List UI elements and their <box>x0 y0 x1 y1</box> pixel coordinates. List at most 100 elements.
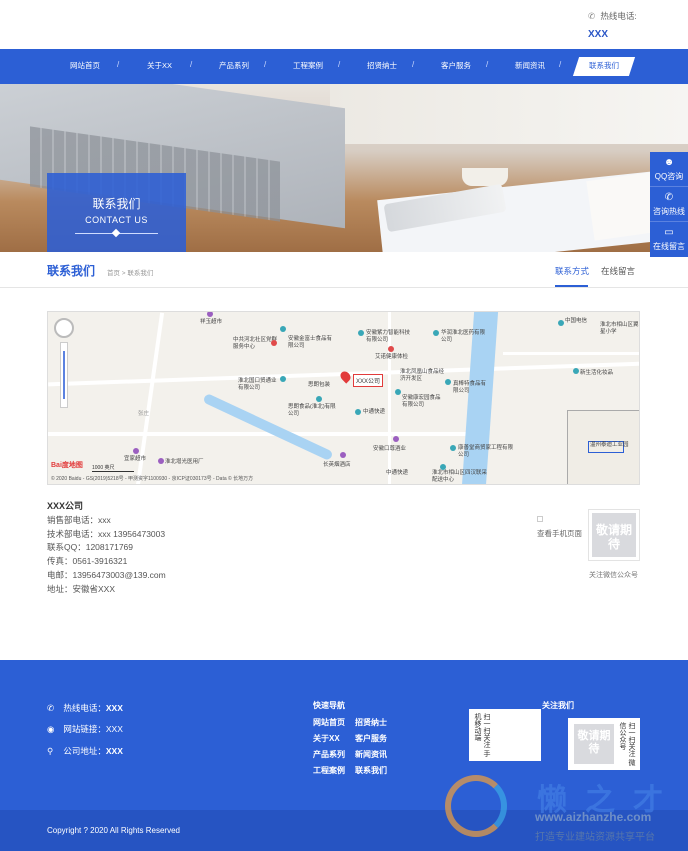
footer-hotline: ✆ 热线电话：XXX <box>47 702 123 714</box>
map-poi-icon <box>395 389 401 395</box>
map-pan-control[interactable] <box>54 318 74 338</box>
tab-message[interactable]: 在线留言 <box>601 265 635 277</box>
map-poi-icon <box>207 312 213 317</box>
banner-title: 联系我们 <box>92 197 141 211</box>
nav-item-jobs[interactable]: 招贤纳士 <box>367 60 397 71</box>
mobile-qr-card: 扫一扫关注 手机移动端 <box>469 709 541 761</box>
map-poi-icon <box>316 396 322 402</box>
nav-item-about[interactable]: 关于XX <box>147 60 172 71</box>
address: 地址：安徽省XXX <box>47 583 116 594</box>
nav-item-news[interactable]: 新闻资讯 <box>515 60 545 71</box>
banner-diamond <box>111 228 121 238</box>
footer-address: ⚲ 公司地址：XXX <box>47 745 123 757</box>
side-hotline-button[interactable]: ✆ 咨询热线 <box>650 187 688 222</box>
nav-item-service[interactable]: 客户服务 <box>441 60 471 71</box>
marker-label[interactable]: XXX公司 <box>353 374 384 387</box>
footer-link-about[interactable]: 关于XX <box>313 733 340 744</box>
wechat-qr-card: 敬请期待 扫一扫关注 微信公众号 <box>568 718 640 770</box>
breadcrumb[interactable]: 首页 > 联系我们 <box>107 267 153 277</box>
contact-qq: 联系QQ：1208171769 <box>47 542 133 553</box>
hotline-icon: ✆ <box>664 192 674 203</box>
footer-link-cases[interactable]: 工程案例 <box>313 765 345 776</box>
map-poi: 淮北增光医用厂 <box>165 459 204 465</box>
baidu-map[interactable]: 中国电信 淮北市相山区翼星小学 祥玉超市 中共河北社区党群服务中心 安徽金富士食… <box>47 311 640 485</box>
map-poi-icon <box>280 326 286 332</box>
message-icon: ▭ <box>664 227 674 238</box>
map-poi: 安徽康宏园食品有限公司 <box>402 395 441 408</box>
map-poi: 华润淮北医药有限公司 <box>441 330 486 343</box>
watermark-slogan: 打造专业建站资源共享平台 <box>535 832 655 843</box>
wechat-qr-label: 关注微信公众号 <box>589 572 638 579</box>
top-header: ✆ 热线电话: XXX <box>0 0 688 49</box>
map-poi: 安徽金富士食品有限公司 <box>288 336 333 349</box>
banner-window <box>330 84 688 144</box>
map-poi: 思朗食品(淮北)有限公司 <box>288 404 336 417</box>
nav-item-cases[interactable]: 工程案例 <box>293 60 323 71</box>
email[interactable]: 电邮：13956473003@139.com <box>47 569 166 583</box>
map-poi: 康善堂商贸家工程有限公司 <box>458 445 514 458</box>
globe-icon: ◉ <box>47 724 55 734</box>
footer-link-news[interactable]: 新闻资讯 <box>355 749 387 760</box>
map-poi-icon <box>558 320 564 326</box>
banner-subtitle: CONTACT US <box>85 215 148 225</box>
map-poi-icon <box>445 379 451 385</box>
footer-website-value[interactable]: XXX <box>106 724 123 734</box>
footer-follow-title: 关注我们 <box>542 701 574 710</box>
map-poi-icon <box>450 445 456 451</box>
tab-contact[interactable]: 联系方式 <box>555 265 589 277</box>
hotline-label: 热线电话: <box>600 11 637 21</box>
map-poi-icon <box>358 330 364 336</box>
location-icon: ⚲ <box>47 746 54 756</box>
map-poi: 宜家超市 <box>124 456 147 462</box>
wechat-qr-image: 敬请期待 <box>588 509 640 561</box>
map-poi-icon <box>340 452 346 458</box>
nav-item-home[interactable]: 网站首页 <box>70 60 100 71</box>
map-poi: 祥玉超市 <box>200 319 223 325</box>
map-poi: 艾诺健康体检 <box>375 354 409 360</box>
nav-separator: / <box>412 60 415 69</box>
map-poi-icon <box>573 368 579 374</box>
footer-link-products[interactable]: 产品系列 <box>313 749 345 760</box>
fax: 传真：0561-3916321 <box>47 556 128 567</box>
footer-link-service[interactable]: 客户服务 <box>355 733 387 744</box>
mobile-qr-label: 查看手机页面 <box>537 529 582 538</box>
footer-address-value: XXX <box>105 746 123 756</box>
map-copyright: © 2020 Baidu - GS(2019)5218号 - 甲测资字11009… <box>51 476 254 482</box>
map-poi-icon <box>158 458 164 464</box>
phone-icon: ✆ <box>588 11 596 21</box>
side-qq-label: QQ咨询 <box>654 172 684 181</box>
banner-cup <box>462 168 508 186</box>
map-poi-icon <box>280 376 286 382</box>
nav-separator: / <box>338 60 341 69</box>
nav-separator: / <box>559 60 562 69</box>
contact-info: XXX公司 销售部电话：xxx 技术部电话：xxx 13956473003 联系… <box>47 500 166 597</box>
wechat-qr-text: 扫一扫关注 微信公众号 <box>619 722 635 766</box>
footer-link-contact[interactable]: 联系我们 <box>355 765 387 776</box>
map-poi: 新生活化妆品 <box>580 370 614 376</box>
baidu-logo: Bai度地图 <box>51 462 83 469</box>
map-poi-icon <box>393 436 399 442</box>
map-zoom-slider[interactable] <box>60 342 68 408</box>
map-poi-icon <box>433 330 439 336</box>
footer-hotline-value: XXX <box>105 703 123 713</box>
footer-website-label: 网站链接： <box>63 724 106 734</box>
page-title: 联系我们 <box>47 264 96 278</box>
footer-link-jobs[interactable]: 招贤纳士 <box>355 717 387 728</box>
map-poi: 张庄 <box>138 411 150 417</box>
hotline: ✆ 热线电话: XXX <box>588 10 637 40</box>
footer-address-label: 公司地址： <box>63 746 106 756</box>
nav-separator: / <box>486 60 489 69</box>
nav-separator: / <box>264 60 267 69</box>
footer-website: ◉ 网站链接：XXX <box>47 723 123 735</box>
overview-label: 温州泰迪工业园 <box>590 442 629 448</box>
map-scale: 1000 英尺 <box>92 464 134 472</box>
side-qq-button[interactable]: ☻ QQ咨询 <box>650 152 688 187</box>
nav-item-contact[interactable]: 联系我们 <box>576 60 632 71</box>
watermark-url: www.aizhanzhe.com <box>535 810 652 824</box>
map-poi: 中国电信 <box>565 318 588 324</box>
map-poi: 淮北国口贸通业有限公司 <box>238 378 277 391</box>
footer-link-home[interactable]: 网站首页 <box>313 717 345 728</box>
nav-item-products[interactable]: 产品系列 <box>219 60 249 71</box>
nav-separator: / <box>190 60 193 69</box>
map-overview[interactable]: 温州泰迪工业园 <box>567 410 639 484</box>
